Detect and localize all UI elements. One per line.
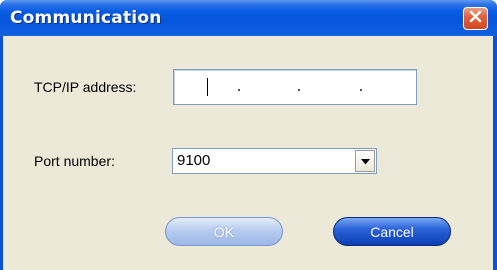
port-number-value: 9100: [177, 152, 211, 169]
ip-address-input[interactable]: [173, 69, 417, 105]
text-caret: [207, 78, 208, 96]
cancel-button[interactable]: Cancel: [333, 217, 451, 246]
close-icon: [469, 10, 482, 28]
ok-button[interactable]: OK: [165, 217, 283, 246]
close-button[interactable]: [463, 7, 488, 30]
window-title: Communication: [10, 8, 162, 28]
ip-separator-dot: [360, 89, 362, 91]
title-bar[interactable]: Communication: [0, 0, 497, 36]
ok-button-label: OK: [213, 223, 235, 240]
port-number-select[interactable]: 9100: [172, 148, 377, 174]
ip-separator-dot: [238, 89, 240, 91]
dialog-body: TCP/IP address: Port number: 9100 OK Can…: [3, 36, 493, 270]
dropdown-button[interactable]: [355, 150, 375, 172]
ip-separator-dot: [298, 89, 300, 91]
cancel-button-label: Cancel: [370, 223, 414, 240]
ip-address-label: TCP/IP address:: [34, 79, 137, 95]
port-number-label: Port number:: [34, 153, 115, 169]
communication-dialog: Communication TCP/IP address: Port numbe…: [0, 0, 497, 270]
chevron-down-icon: [360, 152, 370, 170]
